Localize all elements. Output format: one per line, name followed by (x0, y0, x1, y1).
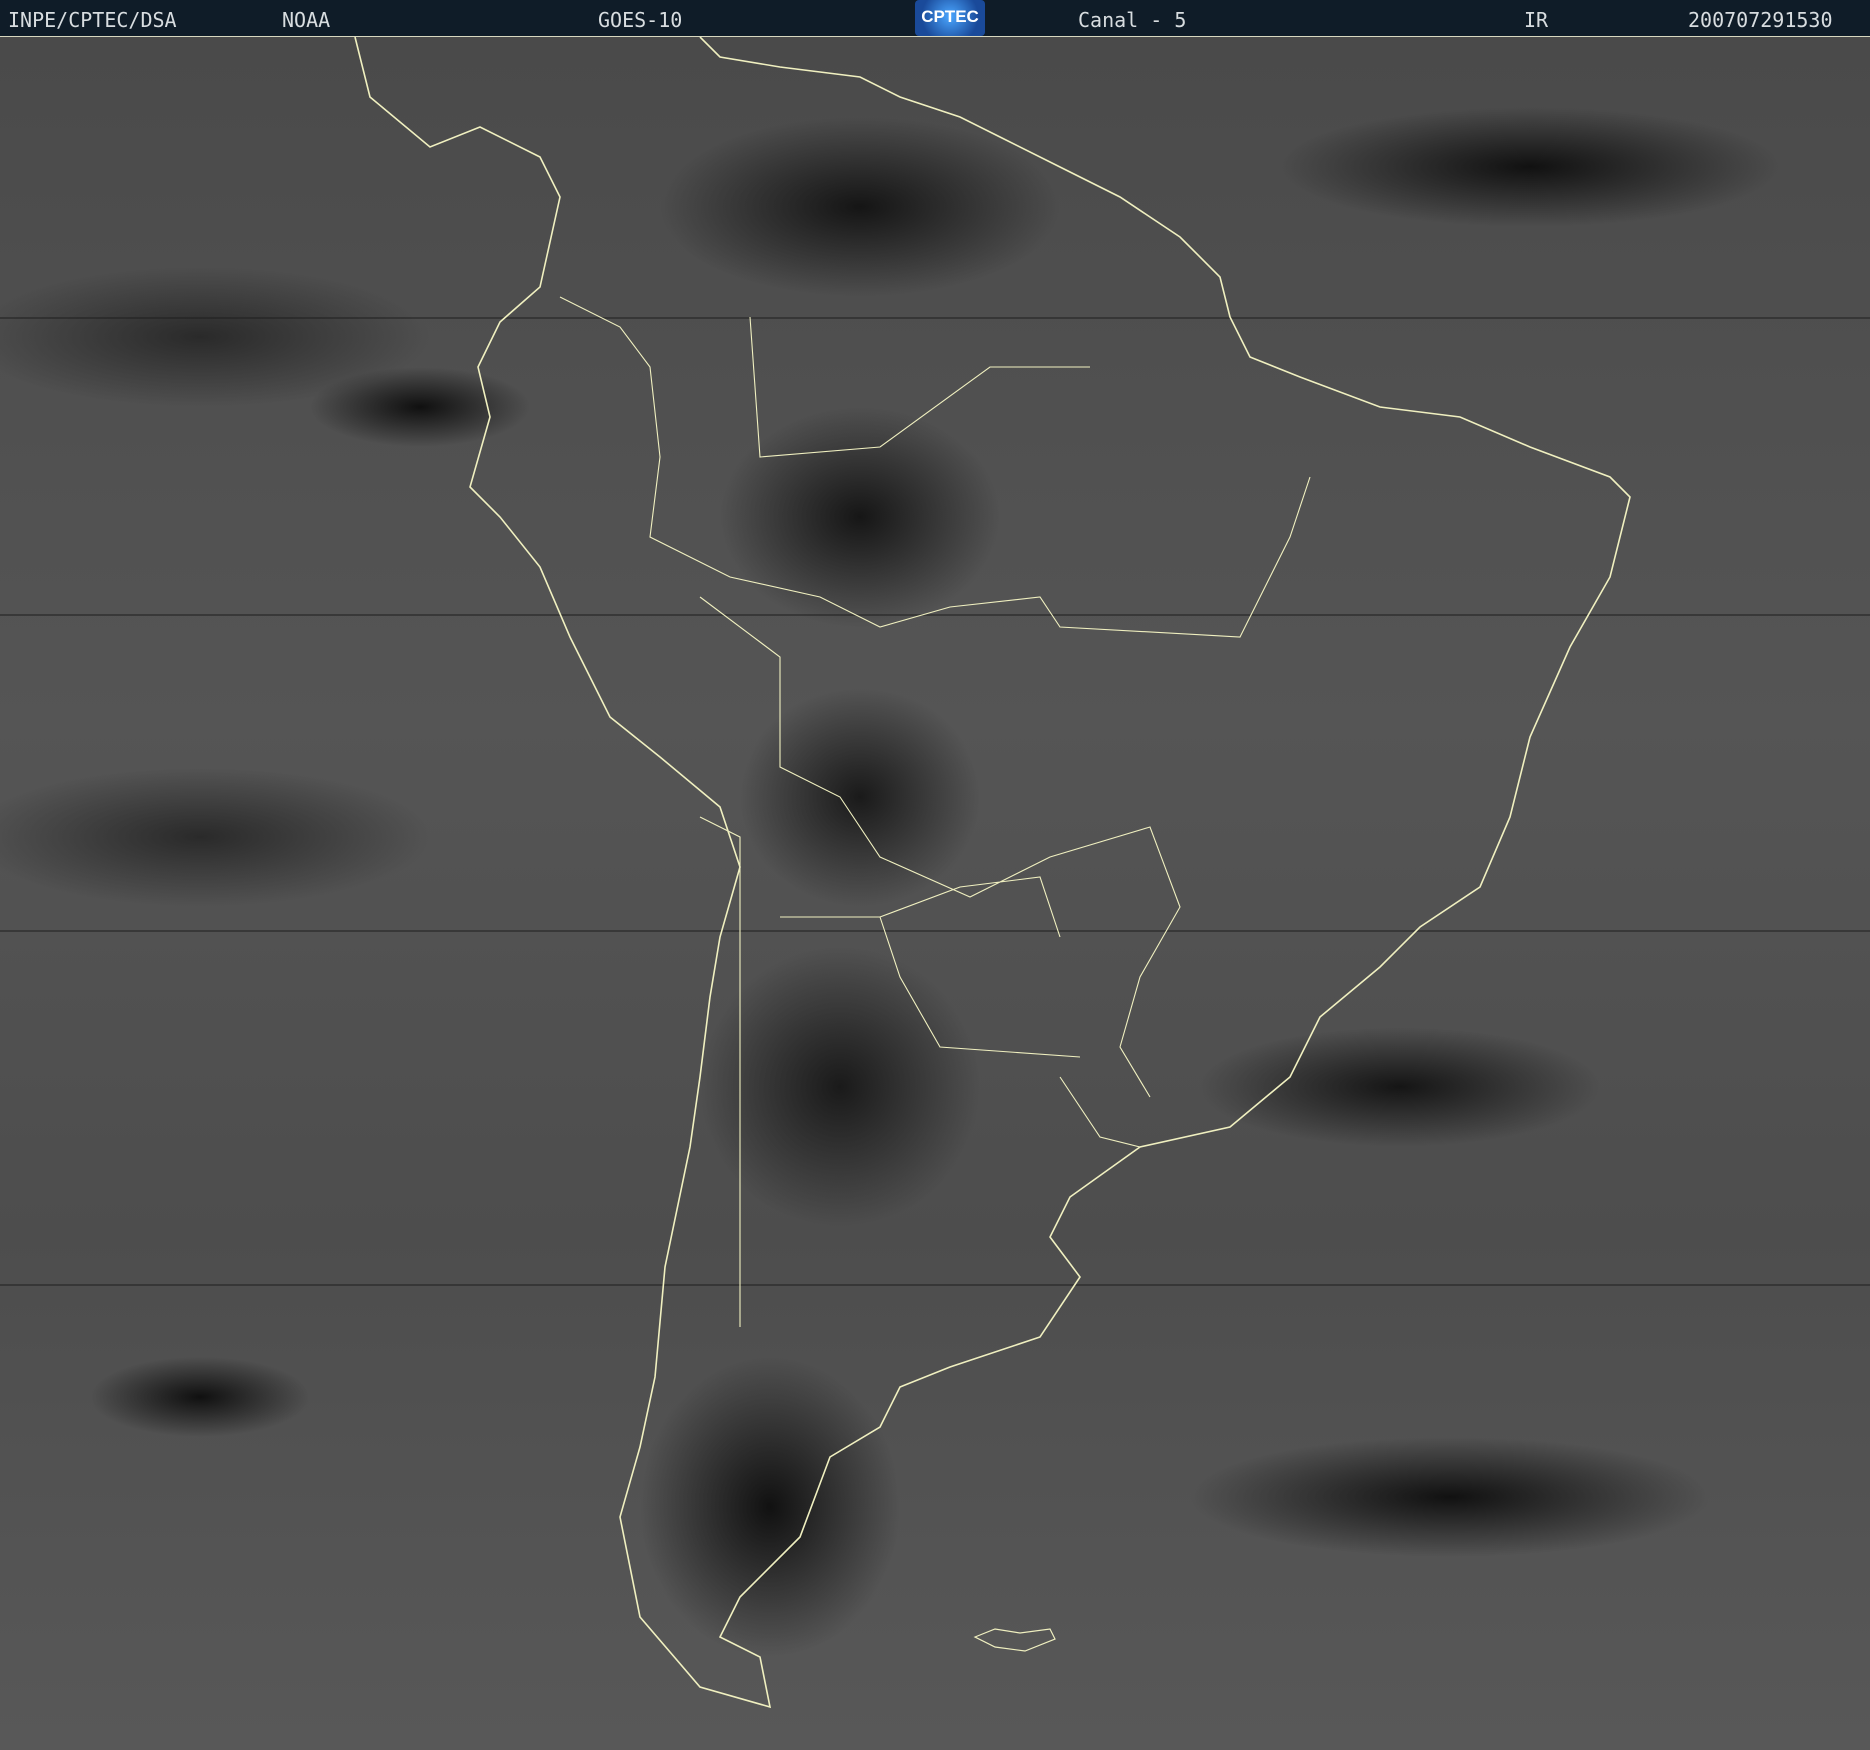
coastline-overlay (354, 37, 1631, 1709)
source-label: NOAA (282, 8, 331, 32)
timestamp-label: 200707291530 (1688, 8, 1833, 32)
channel-label: Canal - 5 (1078, 8, 1187, 32)
image-header: INPE/CPTEC/DSA NOAA GOES-10 CPTEC Canal … (0, 0, 1870, 37)
falkland-islands (973, 1628, 1056, 1652)
agency-label: INPE/CPTEC/DSA (8, 8, 177, 32)
country-borders (559, 296, 1311, 1327)
satellite-label: GOES-10 (598, 8, 683, 32)
south-america-coastline (354, 37, 1631, 1709)
cptec-logo: CPTEC (915, 0, 985, 36)
band-label: IR (1524, 8, 1549, 32)
